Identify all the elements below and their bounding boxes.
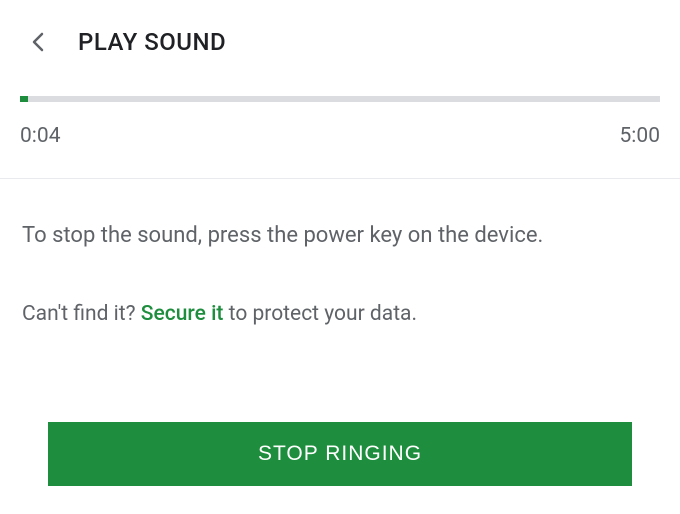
back-icon[interactable]	[30, 34, 46, 50]
cant-find-suffix: to protect your data.	[229, 302, 417, 326]
total-time: 5:00	[620, 124, 661, 148]
stop-ringing-button[interactable]: STOP RINGING	[48, 422, 632, 486]
time-labels: 0:04 5:00	[20, 124, 660, 148]
progress-track[interactable]	[20, 96, 660, 102]
button-container: STOP RINGING	[48, 422, 632, 486]
secondary-text: Can't find it? Secure it to protect your…	[22, 300, 658, 329]
progress-section: 0:04 5:00	[0, 76, 680, 178]
elapsed-time: 0:04	[20, 124, 61, 148]
page-title: PLAY SOUND	[78, 28, 226, 56]
cant-find-prefix: Can't find it?	[22, 302, 141, 326]
instruction-text: To stop the sound, press the power key o…	[22, 221, 658, 252]
progress-fill	[20, 96, 28, 102]
secure-link[interactable]: Secure it	[141, 302, 229, 326]
header: PLAY SOUND	[0, 0, 680, 76]
content: To stop the sound, press the power key o…	[0, 179, 680, 349]
